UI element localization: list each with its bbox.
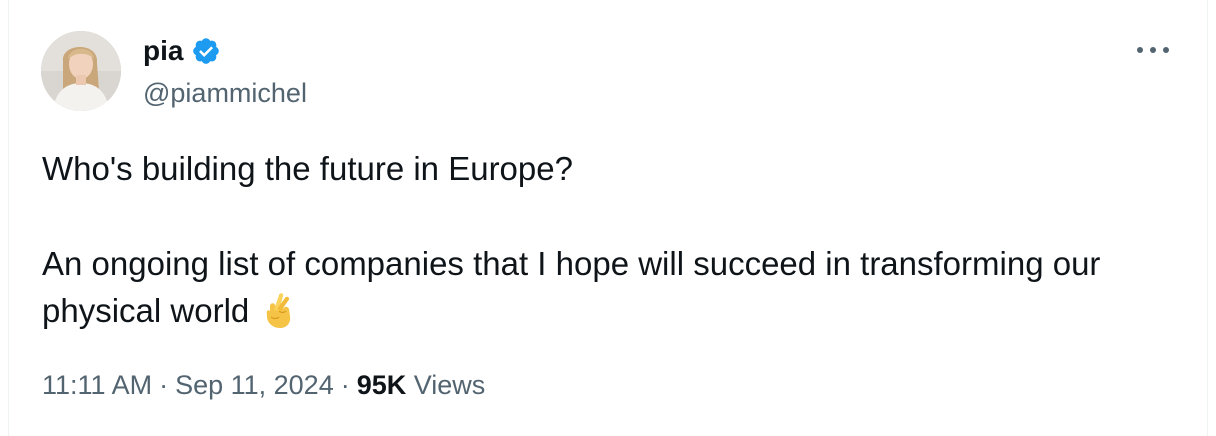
- tweet-paragraph-2-text: An ongoing list of companies that I hope…: [42, 245, 1101, 329]
- tweet-time-link[interactable]: 11:11 AM: [42, 370, 152, 400]
- tweet-time: 11:11 AM: [42, 370, 153, 400]
- tweet-card: pia @piammichel Who's building the futur…: [8, 0, 1208, 436]
- tweet-paragraph-2: An ongoing list of companies that I hope…: [42, 240, 1192, 334]
- tweet-meta: 11:11 AM · Sep 11, 2024 · 95K Views: [42, 368, 485, 402]
- avatar-image: [41, 31, 121, 111]
- tweet-paragraph-1: Who's building the future in Europe?: [42, 150, 573, 187]
- tweet-date: Sep 11, 2024: [175, 370, 334, 400]
- views-count: 95K: [356, 370, 407, 400]
- views-label: Views: [413, 370, 486, 400]
- verified-badge-icon[interactable]: [191, 36, 221, 66]
- avatar[interactable]: [41, 31, 121, 111]
- author-handle[interactable]: @piammichel: [143, 76, 307, 110]
- views-link[interactable]: 95K Views: [357, 370, 486, 400]
- tweet-date-link[interactable]: Sep 11, 2024: [175, 370, 334, 400]
- more-options-icon[interactable]: [1135, 38, 1171, 62]
- author-name-row: pia: [143, 34, 221, 68]
- display-name[interactable]: pia: [143, 34, 183, 68]
- tweet-text: Who's building the future in Europe? An …: [42, 145, 1192, 334]
- meta-separator: ·: [340, 370, 350, 400]
- crossed-fingers-emoji: [261, 292, 295, 330]
- meta-separator: ·: [159, 370, 169, 400]
